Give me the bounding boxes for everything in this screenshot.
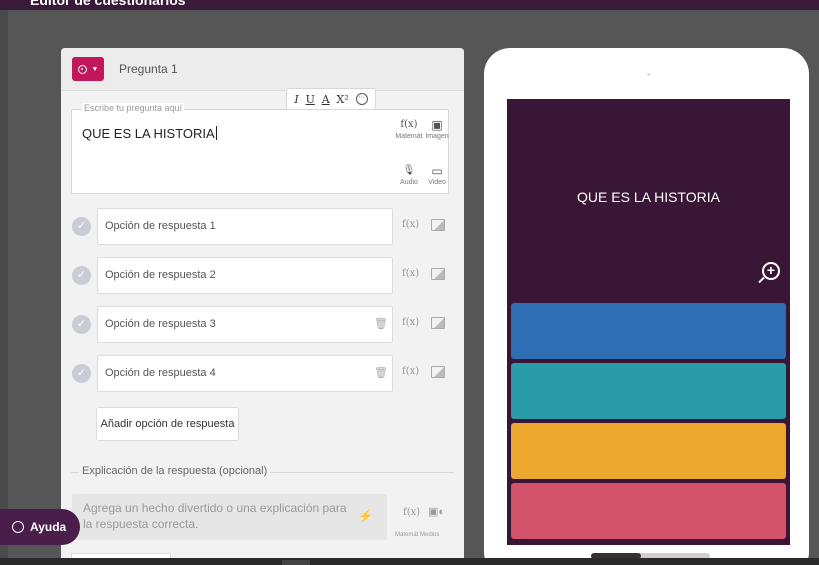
italic-button[interactable]: I [294,93,298,106]
zoom-in-icon[interactable]: + [762,262,780,280]
underline-button[interactable]: U [306,93,315,106]
trash-icon[interactable]: 🗑 [374,366,388,379]
check-icon[interactable]: ✓ [72,266,91,285]
preview-answer-4 [511,483,786,539]
answer-option-input[interactable]: Opción de respuesta 2 [97,257,393,294]
tablet-camera [647,73,650,76]
preview-answer-1 [511,303,786,359]
answer-option-input[interactable]: Opción de respuesta 3 [97,306,393,343]
image-icon[interactable] [431,219,445,231]
answer-option-row: ✓ Opción de respuesta 1 f(x) [72,208,457,246]
media-icon[interactable]: ▣◐ [428,505,445,518]
video-tool-button[interactable]: ▭ Video [417,163,457,186]
explanation-legend: Explicación de la respuesta (opcional) [79,465,271,477]
check-icon[interactable]: ✓ [72,315,91,334]
help-button[interactable]: Ayuda [0,509,80,545]
question-number-label: Pregunta 1 [119,62,178,76]
app-title: Editor de cuestionarios [30,0,186,8]
top-bar: Editor de cuestionarios [0,0,819,10]
superscript-button[interactable]: X² [336,93,348,106]
explanation-placeholder: Agrega un hecho divertido o una explicac… [83,501,347,531]
explanation-input[interactable]: Agrega un hecho divertido o una explicac… [72,494,387,540]
fx-icon[interactable]: f(x) [402,219,419,230]
trash-icon[interactable]: 🗑 [374,317,388,330]
fx-icon[interactable]: f(x) [403,507,420,518]
preview-answer-2 [511,363,786,419]
lightning-icon[interactable]: ⚡ [358,508,373,524]
question-text[interactable]: QUE ES LA HISTORIA [82,126,215,141]
format-toolbar: I U A X² ··· [286,88,376,110]
text-color-button[interactable]: A [322,93,330,106]
explanation-tools-label: Matemát Medios [395,532,440,538]
chat-bubble-icon [12,521,24,533]
help-label: Ayuda [30,520,67,534]
answer-option-input[interactable]: Opción de respuesta 4 [97,355,393,392]
chevron-down-icon: ▼ [91,65,99,73]
video-icon: ▭ [431,164,443,178]
question-type-dropdown[interactable]: ▼ [72,57,104,81]
preview-answer-3 [511,423,786,479]
image-tool-label: Imagen [425,133,449,140]
question-editor: ▼ Pregunta 1 Escribe tu pregunta aquí QU… [61,48,464,565]
check-icon[interactable]: ✓ [72,217,91,236]
preview-screen: QUE ES LA HISTORIA + [507,99,790,545]
answer-option-row: ✓ Opción de respuesta 2 f(x) [72,257,457,295]
answer-option-row: ✓ Opción de respuesta 3 🗑 f(x) [72,306,457,344]
video-tool-label: Video [428,179,446,186]
fx-icon[interactable]: f(x) [402,268,419,279]
fx-icon[interactable]: f(x) [402,317,419,328]
image-icon[interactable] [431,366,445,378]
check-icon[interactable]: ✓ [72,364,91,383]
question-input-legend: Escribe tu pregunta aquí [82,103,185,113]
more-options-icon[interactable]: ··· [355,93,368,105]
answer-option-row: ✓ Opción de respuesta 4 🗑 f(x) [72,355,457,393]
tablet-preview: QUE ES LA HISTORIA + [484,48,809,565]
answer-option-input[interactable]: Opción de respuesta 1 [97,208,393,245]
bottom-bar [0,558,819,565]
image-icon: ▣ [431,118,443,132]
question-header: ▼ Pregunta 1 [61,48,464,91]
image-icon[interactable] [431,268,445,280]
preview-question-text: QUE ES LA HISTORIA [577,189,720,205]
fx-icon[interactable]: f(x) [402,366,419,377]
text-cursor [215,126,217,140]
image-icon[interactable] [431,317,445,329]
image-tool-button[interactable]: ▣ Imagen [417,117,457,140]
add-answer-option-button[interactable]: Añadir opción de respuesta [96,407,239,441]
radio-icon [77,64,87,74]
